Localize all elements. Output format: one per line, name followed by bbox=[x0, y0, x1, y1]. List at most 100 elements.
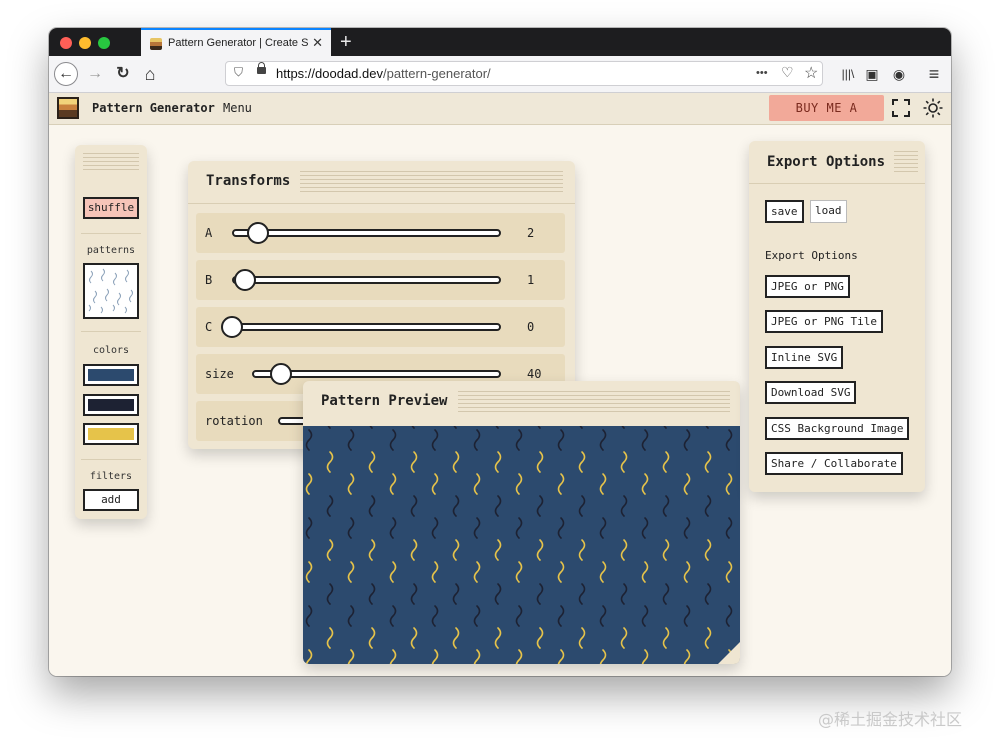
pattern-stroke bbox=[641, 605, 649, 627]
menu-button[interactable]: Menu bbox=[223, 101, 252, 115]
pattern-preview-canvas[interactable] bbox=[303, 426, 740, 664]
pattern-stroke bbox=[662, 539, 670, 561]
preview-title[interactable]: Pattern Preview bbox=[321, 393, 447, 409]
save-button[interactable]: save bbox=[765, 200, 804, 223]
account-icon[interactable]: ◉ bbox=[887, 62, 911, 86]
hamburger-menu-icon[interactable]: ≡ bbox=[922, 62, 946, 86]
tab-bar: Pattern Generator | Create Sea ✕ + bbox=[49, 28, 951, 56]
shield-icon[interactable]: ⛉ bbox=[234, 65, 243, 80]
home-icon[interactable]: ⌂ bbox=[138, 62, 162, 86]
library-icon[interactable]: |||\ bbox=[836, 62, 860, 86]
pattern-stroke bbox=[347, 473, 355, 495]
bookmark-star-icon[interactable]: ☆ bbox=[804, 63, 818, 83]
export-inline-svg-button[interactable]: Inline SVG bbox=[765, 346, 844, 369]
pattern-stroke bbox=[453, 426, 457, 429]
buy-me-a-coffee-button[interactable]: BUY ME A COFFEE bbox=[769, 95, 884, 141]
forward-icon[interactable]: → bbox=[83, 62, 107, 86]
slider-thumb[interactable] bbox=[234, 269, 256, 291]
address-bar[interactable]: ⛉ https://doodad.dev/pattern-generator/ … bbox=[225, 61, 823, 86]
export-jpeg-png-tile-button[interactable]: JPEG or PNG Tile bbox=[765, 310, 883, 333]
pattern-stroke bbox=[641, 473, 649, 495]
sidebar-icon[interactable]: ▣ bbox=[860, 62, 884, 86]
new-tab-icon[interactable]: + bbox=[340, 31, 352, 54]
pocket-icon[interactable]: ♡ bbox=[781, 64, 794, 81]
pattern-stroke bbox=[327, 426, 331, 429]
pattern-stroke bbox=[305, 561, 313, 583]
share-collaborate-button[interactable]: Share / Collaborate bbox=[765, 452, 903, 475]
slider-label: A bbox=[205, 226, 213, 240]
export-section-label: Export Options bbox=[765, 249, 858, 262]
pattern-stroke bbox=[368, 539, 376, 561]
fullscreen-icon[interactable] bbox=[891, 98, 911, 118]
export-jpeg-png-button[interactable]: JPEG or PNG bbox=[765, 275, 850, 298]
pattern-stroke bbox=[578, 539, 586, 561]
pattern-stroke bbox=[410, 583, 418, 605]
pattern-stroke bbox=[326, 583, 334, 605]
zoom-window-dot[interactable] bbox=[98, 37, 110, 49]
pattern-stroke bbox=[579, 426, 583, 429]
transforms-title[interactable]: Transforms bbox=[206, 173, 290, 189]
export-title[interactable]: Export Options bbox=[767, 154, 885, 170]
pattern-stroke bbox=[557, 561, 565, 583]
color-swatch-3[interactable] bbox=[83, 423, 139, 445]
pattern-stroke bbox=[411, 426, 415, 429]
transform-row-a: A 2 bbox=[196, 213, 565, 253]
lock-icon[interactable] bbox=[257, 62, 266, 74]
shuffle-button[interactable]: shuffle bbox=[83, 197, 139, 219]
pattern-stroke bbox=[431, 561, 439, 583]
download-svg-button[interactable]: Download SVG bbox=[765, 381, 857, 404]
css-background-image-button[interactable]: CSS Background Image bbox=[765, 417, 910, 440]
pattern-stroke bbox=[368, 451, 376, 473]
tab-close-icon[interactable]: ✕ bbox=[312, 35, 323, 51]
pattern-stroke bbox=[557, 473, 565, 495]
browser-tab[interactable]: Pattern Generator | Create Sea ✕ bbox=[141, 28, 331, 56]
load-button[interactable]: load bbox=[810, 200, 847, 223]
pattern-stroke bbox=[537, 426, 541, 429]
url-text[interactable]: https://doodad.dev/pattern-generator/ bbox=[276, 66, 491, 81]
resize-handle[interactable] bbox=[718, 642, 740, 664]
pattern-stroke bbox=[305, 649, 313, 664]
pattern-stroke bbox=[494, 583, 502, 605]
pattern-stroke bbox=[599, 605, 607, 627]
close-window-dot[interactable] bbox=[60, 37, 72, 49]
color-swatch-1[interactable] bbox=[83, 364, 139, 386]
pattern-stroke bbox=[452, 539, 460, 561]
pattern-stroke bbox=[431, 517, 439, 539]
slider-track[interactable] bbox=[232, 323, 501, 331]
slider-thumb[interactable] bbox=[247, 222, 269, 244]
pattern-stroke bbox=[578, 495, 586, 517]
slider-thumb[interactable] bbox=[221, 316, 243, 338]
pattern-stroke bbox=[725, 517, 733, 539]
color-swatch-2[interactable] bbox=[83, 394, 139, 416]
slider-track[interactable] bbox=[232, 276, 501, 284]
drag-handle[interactable] bbox=[894, 151, 918, 173]
patterns-label: patterns bbox=[86, 245, 136, 256]
add-filter-button[interactable]: add bbox=[83, 489, 139, 511]
app-title[interactable]: Pattern Generator bbox=[92, 101, 215, 115]
pattern-stroke bbox=[389, 605, 397, 627]
sun-icon[interactable] bbox=[923, 98, 943, 118]
drag-handle[interactable] bbox=[83, 153, 139, 173]
filters-label: filters bbox=[89, 471, 133, 482]
pattern-thumbnail-icon bbox=[88, 268, 133, 314]
slider-track[interactable] bbox=[232, 229, 501, 237]
reload-icon[interactable]: ↻ bbox=[111, 62, 135, 86]
pattern-stroke bbox=[368, 495, 376, 517]
drag-handle[interactable] bbox=[458, 391, 730, 415]
pattern-thumbnail[interactable] bbox=[83, 263, 139, 319]
app-logo[interactable] bbox=[57, 97, 79, 119]
pattern-stroke bbox=[536, 539, 544, 561]
pattern-stroke bbox=[389, 649, 397, 664]
drag-handle[interactable] bbox=[300, 171, 563, 193]
pattern-stroke bbox=[389, 473, 397, 495]
slider-thumb[interactable] bbox=[270, 363, 292, 385]
pattern-stroke bbox=[368, 583, 376, 605]
pattern-stroke bbox=[683, 517, 691, 539]
minimize-window-dot[interactable] bbox=[79, 37, 91, 49]
pattern-stroke bbox=[473, 605, 481, 627]
color-fill bbox=[88, 428, 134, 440]
back-icon[interactable]: ← bbox=[54, 62, 78, 86]
more-icon[interactable]: ••• bbox=[756, 67, 768, 79]
divider bbox=[81, 459, 141, 460]
pattern-stroke bbox=[557, 429, 565, 451]
